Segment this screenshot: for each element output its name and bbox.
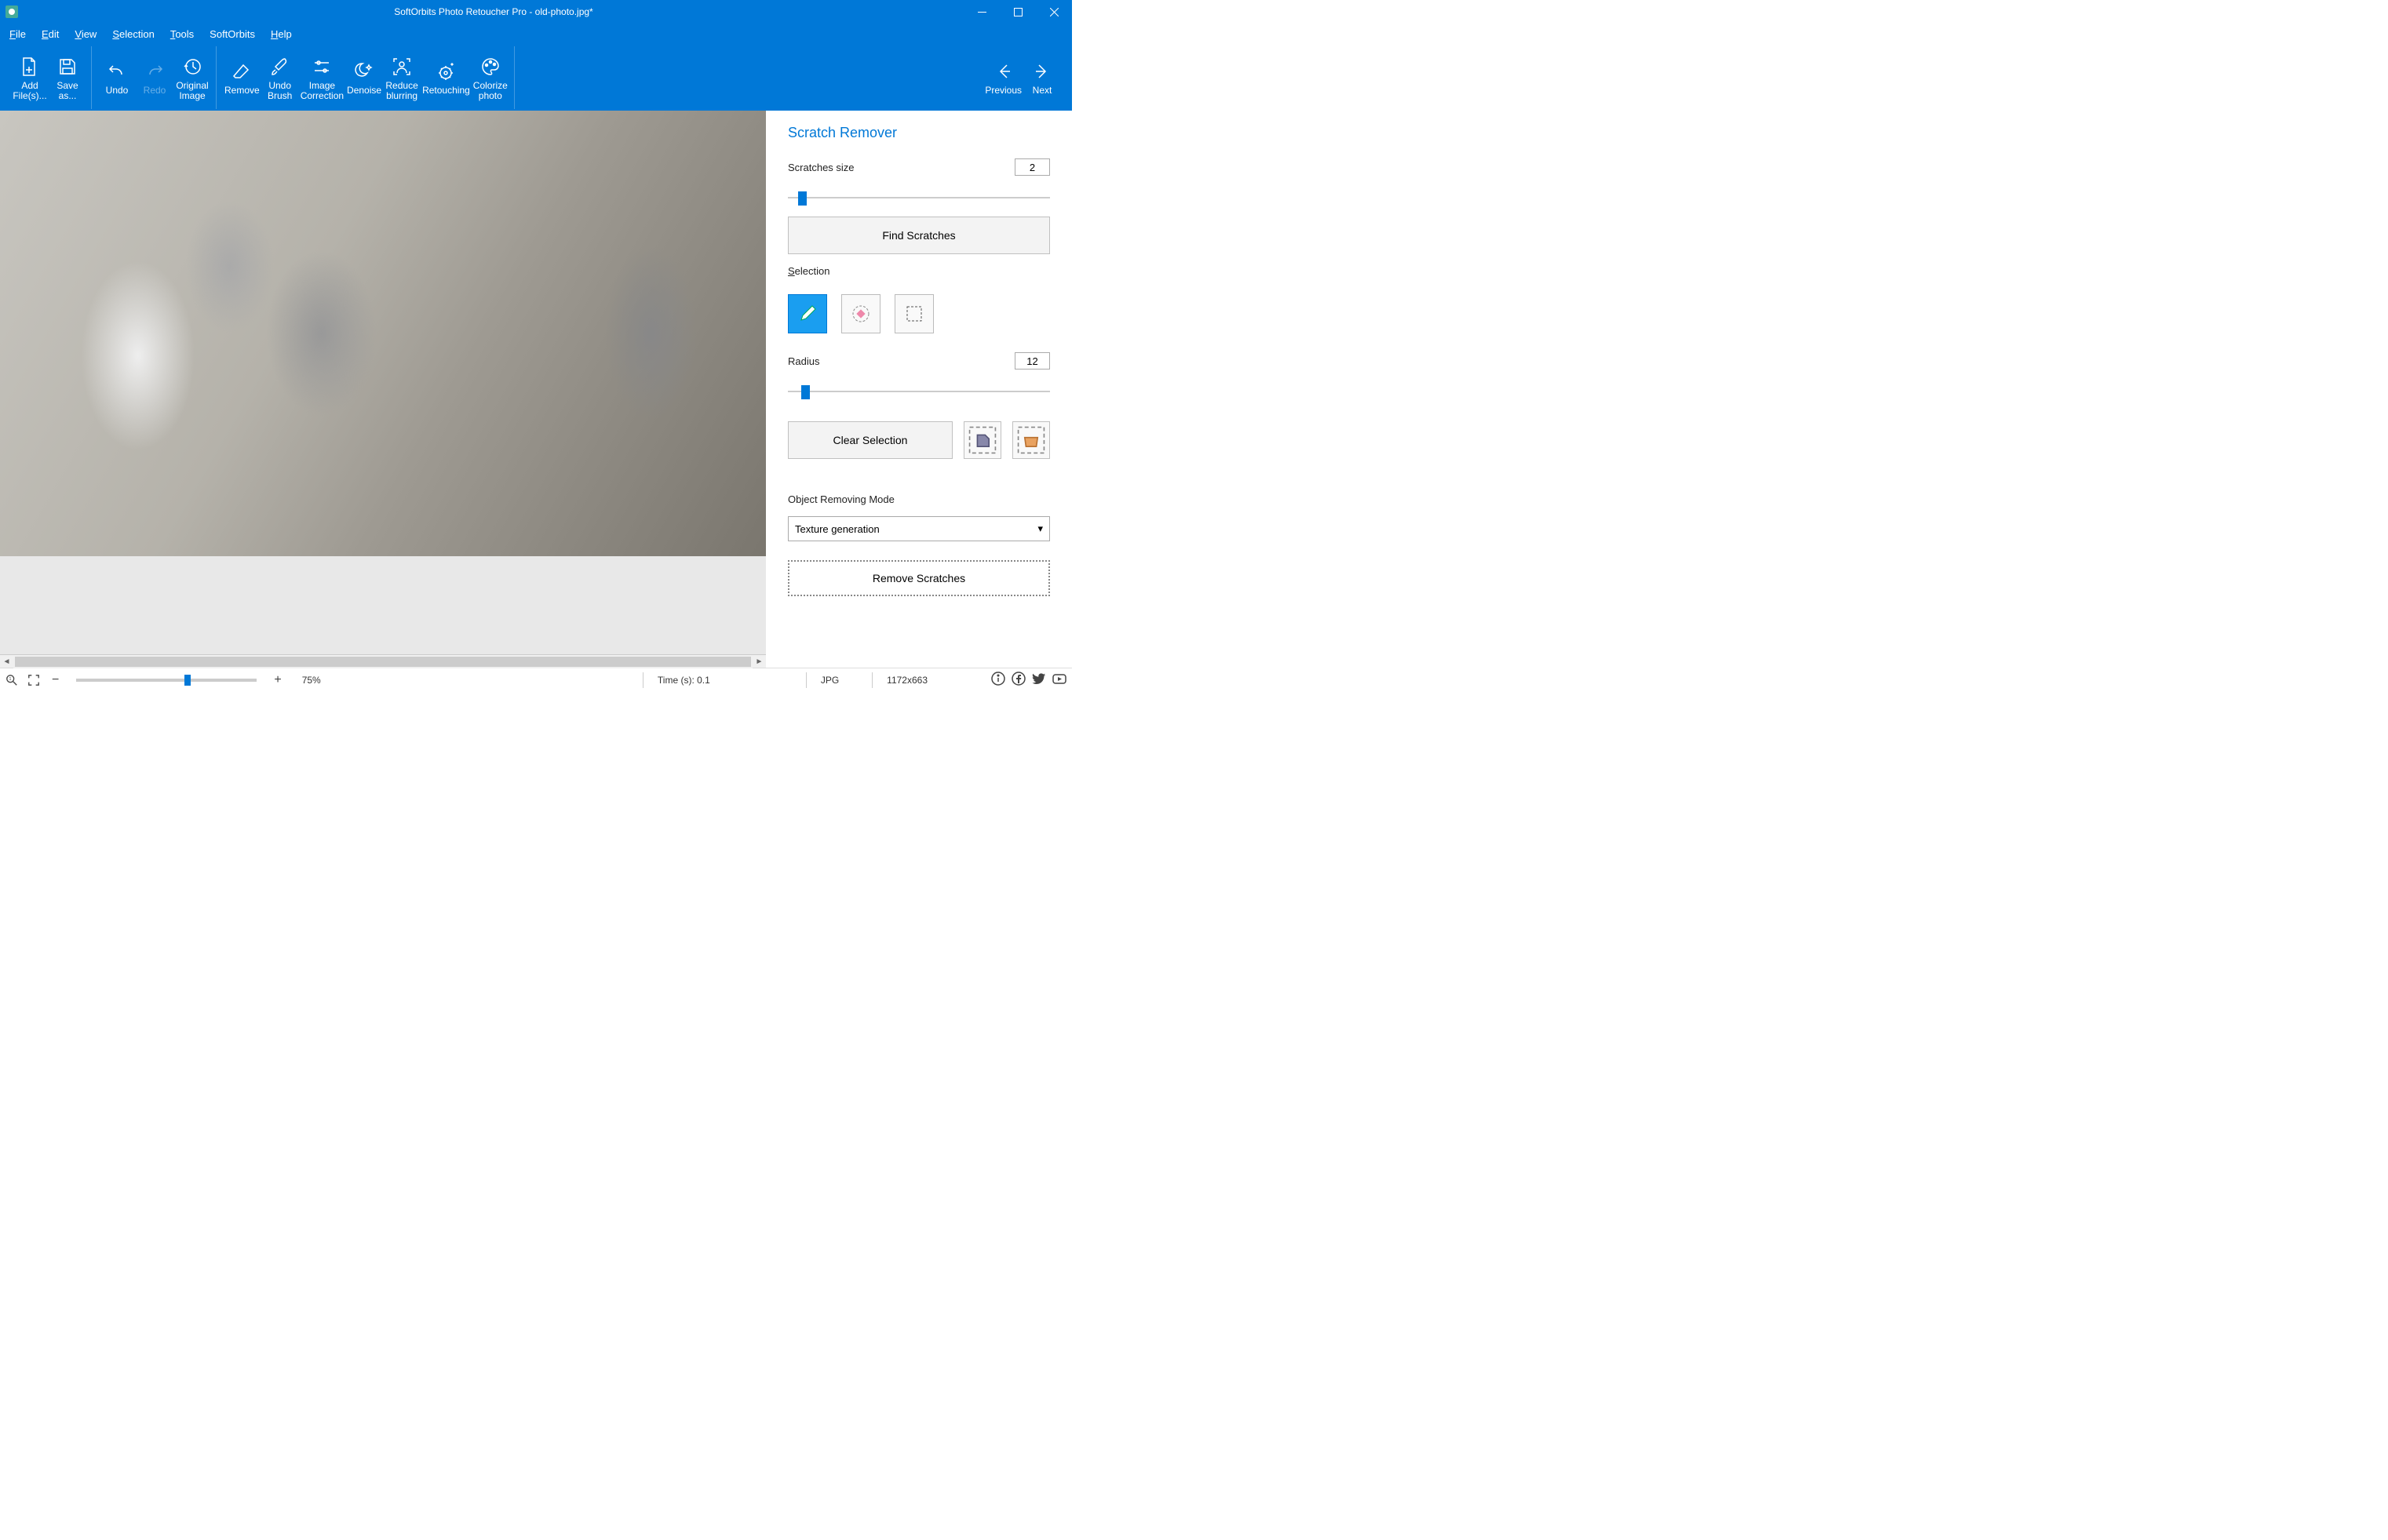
menu-selection[interactable]: Selection <box>112 28 154 40</box>
statusbar: 1 − + 75% Time (s): 0.1 JPG 1172x663 <box>0 668 1072 691</box>
scratches-size-input[interactable] <box>1015 158 1050 176</box>
chevron-down-icon: ▾ <box>1037 522 1043 535</box>
facebook-icon[interactable] <box>1011 671 1026 689</box>
menu-file[interactable]: File <box>9 28 26 40</box>
menu-help[interactable]: Help <box>271 28 292 40</box>
status-dimensions: 1172x663 <box>887 675 928 686</box>
window-title: SoftOrbits Photo Retoucher Pro - old-pho… <box>24 6 964 17</box>
object-removing-mode-dropdown[interactable]: Texture generation ▾ <box>788 516 1050 541</box>
scroll-thumb[interactable] <box>15 657 751 667</box>
next-button[interactable]: Next <box>1023 56 1061 99</box>
colorize-photo-button[interactable]: Colorize photo <box>472 51 509 104</box>
radius-input[interactable] <box>1015 352 1050 370</box>
zoom-reset-button[interactable]: 1 <box>5 673 19 687</box>
menu-tools[interactable]: Tools <box>170 28 194 40</box>
reduce-blurring-button[interactable]: Reduce blurring <box>383 51 421 104</box>
add-file-icon <box>19 54 41 79</box>
horizontal-scrollbar[interactable]: ◄ ► <box>0 654 766 668</box>
scroll-right-button[interactable]: ► <box>753 655 766 668</box>
gear-sparkle-icon <box>435 59 457 84</box>
zoom-value: 75% <box>302 675 321 686</box>
arrow-right-icon <box>1031 59 1053 84</box>
slider-thumb[interactable] <box>798 191 807 206</box>
palette-icon <box>479 54 501 79</box>
youtube-icon[interactable] <box>1052 671 1067 689</box>
save-selection-icon <box>964 422 1001 458</box>
save-as-button[interactable]: Save as... <box>49 51 86 104</box>
dropdown-value: Texture generation <box>795 523 880 535</box>
menu-view[interactable]: View <box>75 28 97 40</box>
undo-icon <box>106 59 128 84</box>
slider-thumb[interactable] <box>801 385 810 399</box>
original-image-button[interactable]: Original Image <box>173 51 211 104</box>
svg-text:1: 1 <box>9 677 11 682</box>
scroll-track[interactable] <box>13 655 753 668</box>
scratches-size-label: Scratches size <box>788 162 855 173</box>
zoom-in-button[interactable]: + <box>271 673 284 687</box>
eraser-circle-icon <box>850 303 872 325</box>
add-files-button[interactable]: Add File(s)... <box>11 51 49 104</box>
selection-label: Selection <box>788 265 1050 277</box>
previous-button[interactable]: Previous <box>983 56 1023 99</box>
main-area: ◄ ► Scratch Remover Scratches size Find … <box>0 111 1072 668</box>
undo-button[interactable]: Undo <box>98 56 136 99</box>
retouching-button[interactable]: Retouching <box>421 56 472 99</box>
scroll-left-button[interactable]: ◄ <box>0 655 13 668</box>
maximize-button[interactable] <box>1000 0 1036 24</box>
rectangle-select-tool[interactable] <box>895 294 934 333</box>
close-button[interactable] <box>1036 0 1072 24</box>
eraser-icon <box>231 59 253 84</box>
menu-edit[interactable]: Edit <box>42 28 59 40</box>
panel-title: Scratch Remover <box>788 125 1050 141</box>
radius-slider[interactable] <box>788 384 1050 399</box>
moon-sparkle-icon <box>353 59 375 84</box>
sliders-icon <box>311 54 333 79</box>
eraser-tool[interactable] <box>841 294 880 333</box>
fit-screen-button[interactable] <box>27 673 41 687</box>
toolbar: Add File(s)... Save as... Undo Redo Orig… <box>0 44 1072 111</box>
object-removing-mode-label: Object Removing Mode <box>788 493 1050 505</box>
status-format: JPG <box>821 675 839 686</box>
clear-selection-button[interactable]: Clear Selection <box>788 421 953 459</box>
undo-brush-button[interactable]: Undo Brush <box>261 51 299 104</box>
twitter-icon[interactable] <box>1031 671 1047 689</box>
titlebar: SoftOrbits Photo Retoucher Pro - old-pho… <box>0 0 1072 24</box>
history-icon <box>181 54 203 79</box>
load-selection-icon <box>1013 422 1049 458</box>
find-scratches-button[interactable]: Find Scratches <box>788 217 1050 254</box>
app-icon <box>4 4 20 20</box>
brush-icon <box>269 54 291 79</box>
info-icon[interactable] <box>990 671 1006 689</box>
zoom-out-button[interactable]: − <box>49 673 62 687</box>
canvas-viewport[interactable] <box>0 111 766 654</box>
remove-scratches-button[interactable]: Remove Scratches <box>788 560 1050 596</box>
redo-icon <box>144 59 166 84</box>
save-selection-button[interactable] <box>964 421 1001 459</box>
radius-label: Radius <box>788 355 819 367</box>
menu-softorbits[interactable]: SoftOrbits <box>210 28 255 40</box>
pencil-icon <box>797 303 818 325</box>
denoise-button[interactable]: Denoise <box>345 56 383 99</box>
minimize-button[interactable] <box>964 0 1000 24</box>
zoom-slider[interactable] <box>76 679 257 682</box>
image-correction-button[interactable]: Image Correction <box>299 51 345 104</box>
side-panel: Scratch Remover Scratches size Find Scra… <box>766 111 1072 668</box>
remove-button[interactable]: Remove <box>223 56 261 99</box>
canvas-area: ◄ ► <box>0 111 766 668</box>
menubar: File Edit View Selection Tools SoftOrbit… <box>0 24 1072 44</box>
zoom-slider-thumb[interactable] <box>184 675 191 686</box>
focus-person-icon <box>391 54 413 79</box>
load-selection-button[interactable] <box>1012 421 1050 459</box>
scratches-size-slider[interactable] <box>788 190 1050 206</box>
status-time: Time (s): 0.1 <box>658 675 710 686</box>
redo-button[interactable]: Redo <box>136 56 173 99</box>
rectangle-dashed-icon <box>903 303 925 325</box>
arrow-left-icon <box>993 59 1015 84</box>
marker-tool[interactable] <box>788 294 827 333</box>
photo-preview <box>0 111 766 556</box>
save-icon <box>57 54 78 79</box>
